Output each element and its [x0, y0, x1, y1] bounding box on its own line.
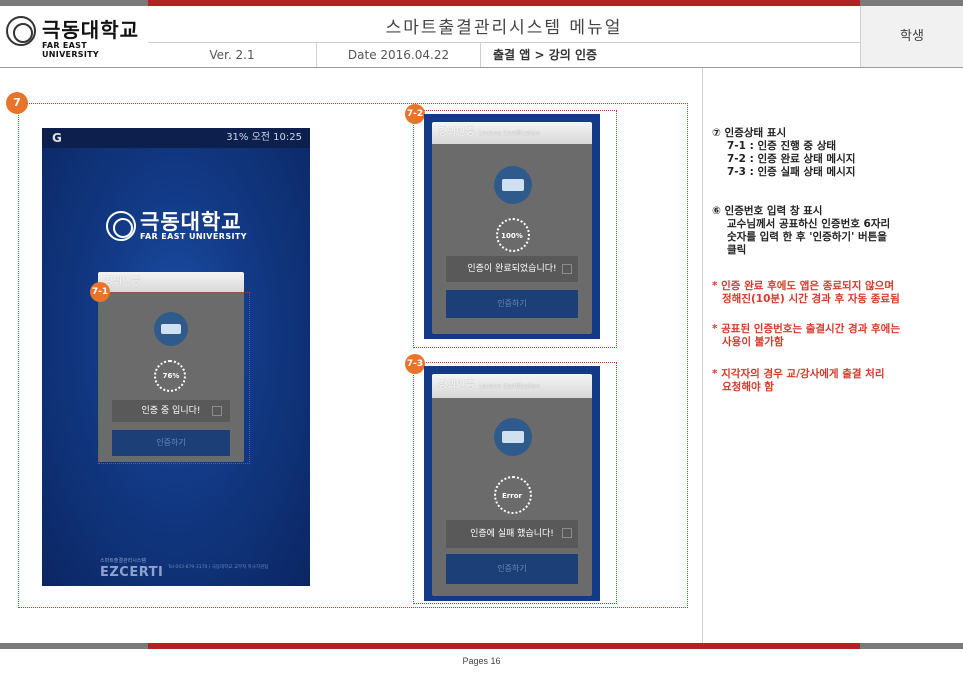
- section-badge: 7: [6, 92, 28, 114]
- version-label: Ver. 2.1: [209, 48, 255, 62]
- phone-screenshot-success: 강의인증 Lecture Certification 100% 인증이 완료되었습…: [424, 114, 600, 339]
- keyboard-icon: [494, 166, 532, 204]
- status-app-icon: G: [52, 131, 62, 145]
- breadcrumb: 출결 앱 > 강의 인증: [480, 43, 860, 67]
- note-2-line-1: * 공표된 인증번호는 출결시간 경과 후에는: [712, 323, 900, 335]
- keyboard-key-shape: [502, 431, 524, 443]
- dialog-header: 강의인증 Lecture Certification: [432, 122, 592, 144]
- keyboard-key-shape: [502, 179, 524, 191]
- note-1-line-1: * 인증 완료 후에도 앱은 종료되지 않으며: [712, 280, 894, 292]
- footer-bar-red: [148, 643, 860, 649]
- note-3: * 지각자의 경우 교/강사에게 출결 처리 요청해야 함: [712, 368, 957, 394]
- date-label: Date 2016.04.22: [316, 43, 480, 67]
- note-2-line-2: 사용이 불가함: [722, 336, 784, 348]
- note-1-line-2: 정해진(10분) 시간 경과 후 자동 종료됨: [722, 293, 900, 305]
- content-divider: [702, 68, 703, 643]
- logo-english: FAR EAST UNIVERSITY: [42, 41, 99, 59]
- page-title: 스마트출결관리시스템 메뉴얼: [385, 18, 623, 38]
- dialog-title: 강의인증: [438, 380, 475, 391]
- university-logo: 극동대학교 FAR EAST UNIVERSITY: [6, 14, 144, 60]
- phone-screenshot-failure: 강의인증 Lecture Certification Error 인증에 실패 했…: [424, 366, 600, 601]
- verify-button[interactable]: 인증하기: [446, 290, 578, 318]
- dialog-subtitle: Lecture Certification: [478, 130, 540, 137]
- footer-bar-left: [0, 643, 148, 649]
- header-bottom-line: [0, 67, 963, 68]
- dialog-title: 강의인증: [438, 127, 475, 138]
- callout-7-1-frame: [98, 292, 250, 464]
- phone-status-bar: G 31% 오전 10:25: [42, 128, 310, 148]
- status-time: 31% 오전 10:25: [226, 132, 302, 143]
- section-6-description: ⑥ 인증번호 입력 창 표시 교수님께서 공표하신 인증번호 6자리 숫자를 입…: [712, 205, 957, 257]
- keyboard-icon: [494, 418, 532, 456]
- dialog-title: 강의인증: [104, 276, 141, 287]
- footer-app-name: 스마트출결관리시스템: [100, 558, 147, 564]
- progress-percent: 100%: [501, 232, 523, 240]
- phone-seal-icon: [106, 211, 136, 241]
- note-3-line-2: 요청해야 함: [722, 381, 774, 393]
- section-6-line-2: 숫자를 입력 한 후 '인증하기' 버튼을: [727, 231, 887, 243]
- role-label: 학생: [860, 6, 963, 67]
- section-6-line-3: 클릭: [727, 244, 747, 256]
- section-6-line-1: 교수님께서 공표하신 인증번호 6자리: [727, 218, 891, 230]
- dialog-header: 강의인증 Lecture Certification: [432, 374, 592, 398]
- dialog-header: 강의인증: [98, 272, 244, 292]
- phone-logo-english: FAR EAST UNIVERSITY: [140, 232, 247, 241]
- header-bar-left: [0, 0, 148, 6]
- section-7-3-text: 7-3 : 인증 실패 상태 메시지: [727, 166, 856, 178]
- section-7-title: ⑦ 인증상태 표시: [712, 127, 787, 139]
- dialog-subtitle: Lecture Certification: [478, 383, 540, 390]
- footer-brand: EZCERTI: [100, 565, 164, 580]
- section-7-2-text: 7-2 : 인증 완료 상태 메시지: [727, 153, 856, 165]
- note-2: * 공표된 인증번호는 출결시간 경과 후에는 사용이 불가함: [712, 323, 957, 349]
- logo-korean: 극동대학교: [42, 18, 139, 42]
- check-icon: [562, 528, 572, 538]
- footer-bar-right: [860, 643, 963, 649]
- university-seal-icon: [6, 16, 36, 46]
- callout-7-1-badge: 7-1: [90, 282, 110, 302]
- footer-contact: Tel 043-879-3170 / 극동대학교 교무처 학사지원팀: [168, 565, 269, 570]
- verify-button[interactable]: 인증하기: [446, 554, 578, 584]
- page-number: Pages 16: [462, 656, 501, 666]
- auth-dialog-failure: 강의인증 Lecture Certification Error 인증에 실패 했…: [432, 374, 592, 596]
- dialog-status-message: 인증이 완료되었습니다!: [446, 256, 578, 282]
- error-label: Error: [502, 492, 522, 500]
- auth-dialog-success: 강의인증 Lecture Certification 100% 인증이 완료되었습…: [432, 122, 592, 334]
- check-icon: [562, 264, 572, 274]
- header-bar-red: [148, 0, 860, 6]
- section-7-1-text: 7-1 : 인증 진행 중 상태: [727, 140, 837, 152]
- note-1: * 인증 완료 후에도 앱은 종료되지 않으며 정해진(10분) 시간 경과 후…: [712, 280, 957, 306]
- dialog-status-message: 인증에 실패 했습니다!: [446, 520, 578, 548]
- manual-page: 극동대학교 FAR EAST UNIVERSITY 스마트출결관리시스템 메뉴얼…: [0, 0, 963, 679]
- section-7-description: ⑦ 인증상태 표시 7-1 : 인증 진행 중 상태 7-2 : 인증 완료 상…: [712, 127, 957, 179]
- callout-7-3-badge: 7-3: [405, 354, 425, 374]
- section-6-title: ⑥ 인증번호 입력 창 표시: [712, 205, 823, 217]
- callout-7-2-badge: 7-2: [405, 104, 425, 124]
- note-3-line-1: * 지각자의 경우 교/강사에게 출결 처리: [712, 368, 885, 380]
